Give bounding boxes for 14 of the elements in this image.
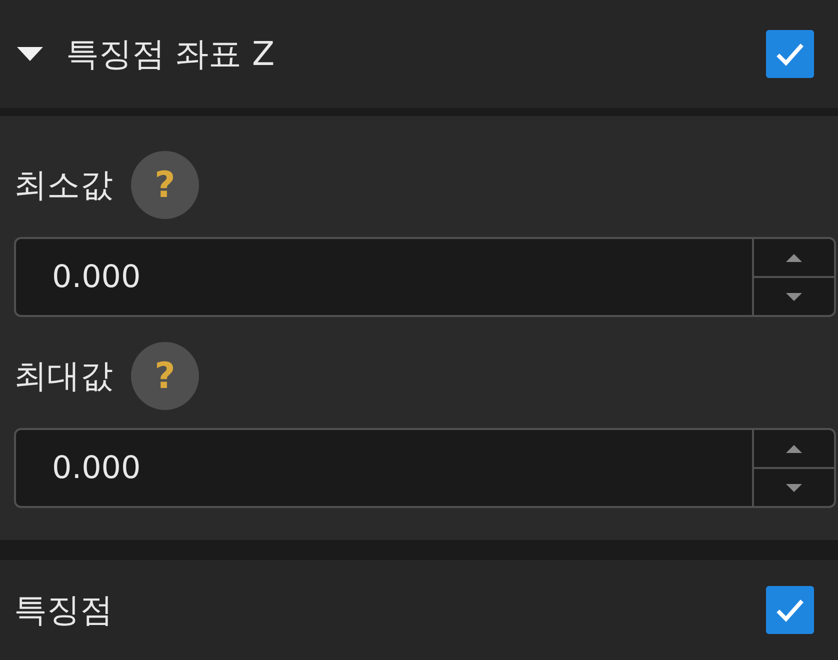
field-label: 최소값 — [14, 164, 113, 206]
checkbox[interactable] — [766, 30, 814, 78]
help-button[interactable]: ? — [131, 151, 199, 219]
down-arrow-icon[interactable] — [786, 484, 802, 492]
number-input[interactable]: 0.000 — [14, 237, 836, 317]
checkbox[interactable] — [766, 586, 814, 634]
section-title: 특징점 — [14, 588, 114, 630]
number-input[interactable]: 0.000 — [14, 428, 836, 508]
up-arrow-icon[interactable] — [786, 254, 802, 262]
up-arrow-icon[interactable] — [786, 444, 802, 452]
down-arrow-icon[interactable] — [786, 292, 802, 300]
section-title: 특징점 좌표 Z — [66, 32, 276, 74]
field-label: 최대값 — [14, 354, 113, 396]
help-button[interactable]: ? — [131, 342, 199, 410]
